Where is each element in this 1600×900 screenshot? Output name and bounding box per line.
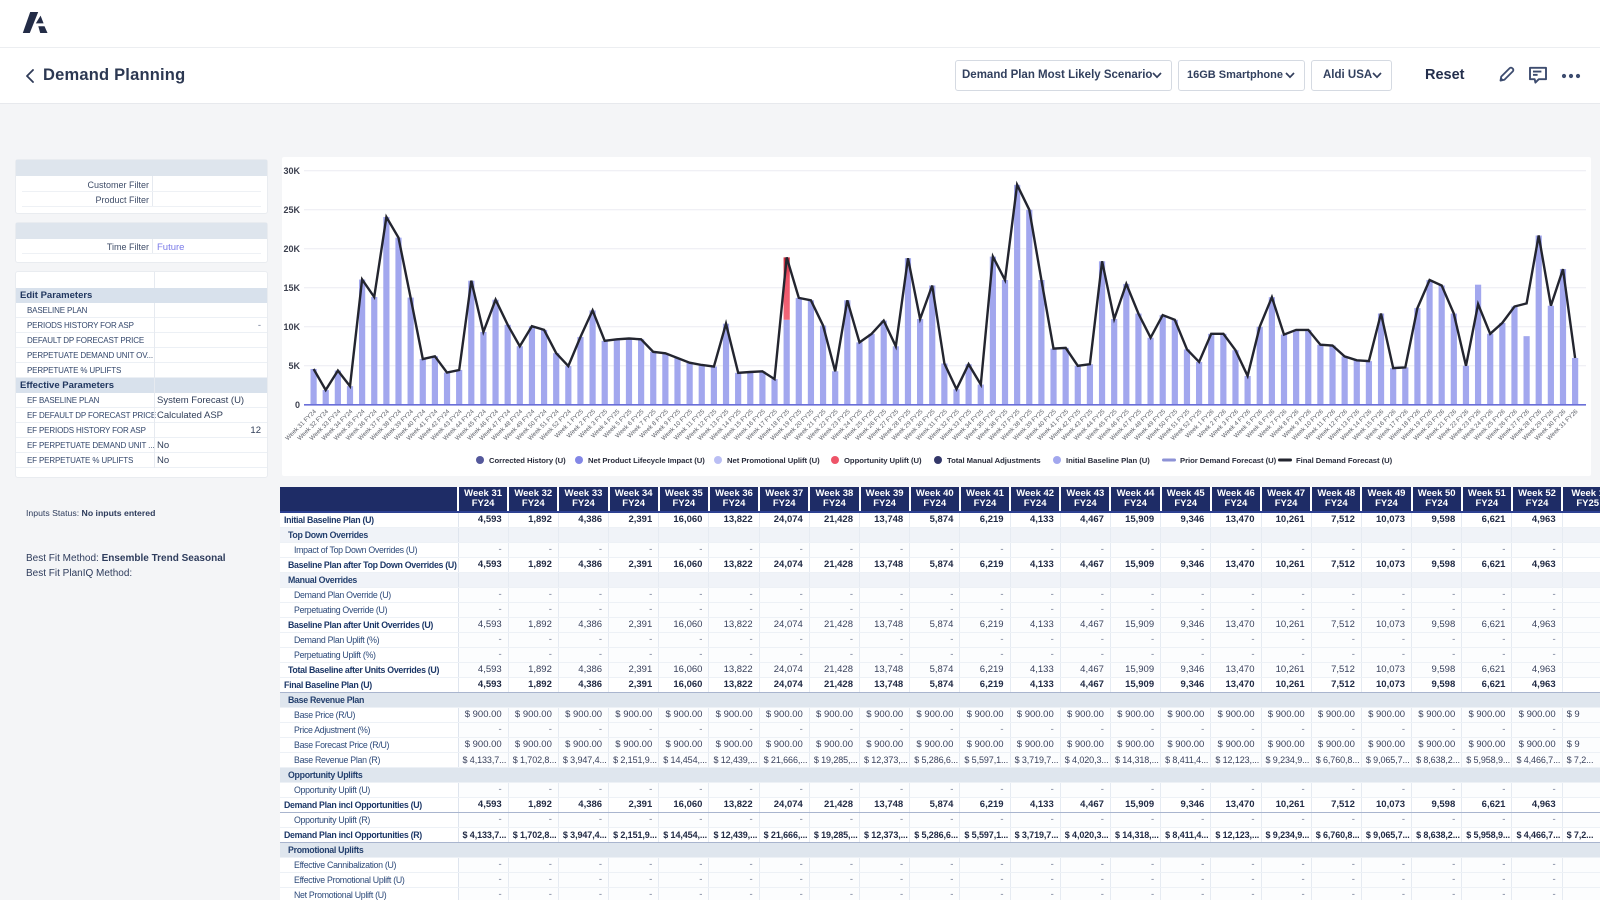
svg-text:15K: 15K — [283, 283, 300, 293]
svg-text:20K: 20K — [283, 244, 300, 254]
svg-text:Prior Demand Forecast (U): Prior Demand Forecast (U) — [1180, 456, 1277, 465]
svg-text:Net Promotional Uplift (U): Net Promotional Uplift (U) — [727, 456, 820, 465]
svg-text:Final Demand Forecast (U): Final Demand Forecast (U) — [1296, 456, 1393, 465]
svg-text:0: 0 — [295, 400, 300, 410]
svg-text:30K: 30K — [283, 166, 300, 176]
svg-text:Initial Baseline Plan (U): Initial Baseline Plan (U) — [1066, 456, 1150, 465]
svg-text:Net Product Lifecycle Impact (: Net Product Lifecycle Impact (U) — [588, 456, 705, 465]
svg-text:10K: 10K — [283, 322, 300, 332]
svg-text:25K: 25K — [283, 205, 300, 215]
svg-text:Corrected History (U): Corrected History (U) — [489, 456, 566, 465]
svg-text:Opportunity Uplift (U): Opportunity Uplift (U) — [844, 456, 922, 465]
svg-text:Total Manual Adjustments: Total Manual Adjustments — [947, 456, 1041, 465]
svg-text:5K: 5K — [288, 361, 300, 371]
